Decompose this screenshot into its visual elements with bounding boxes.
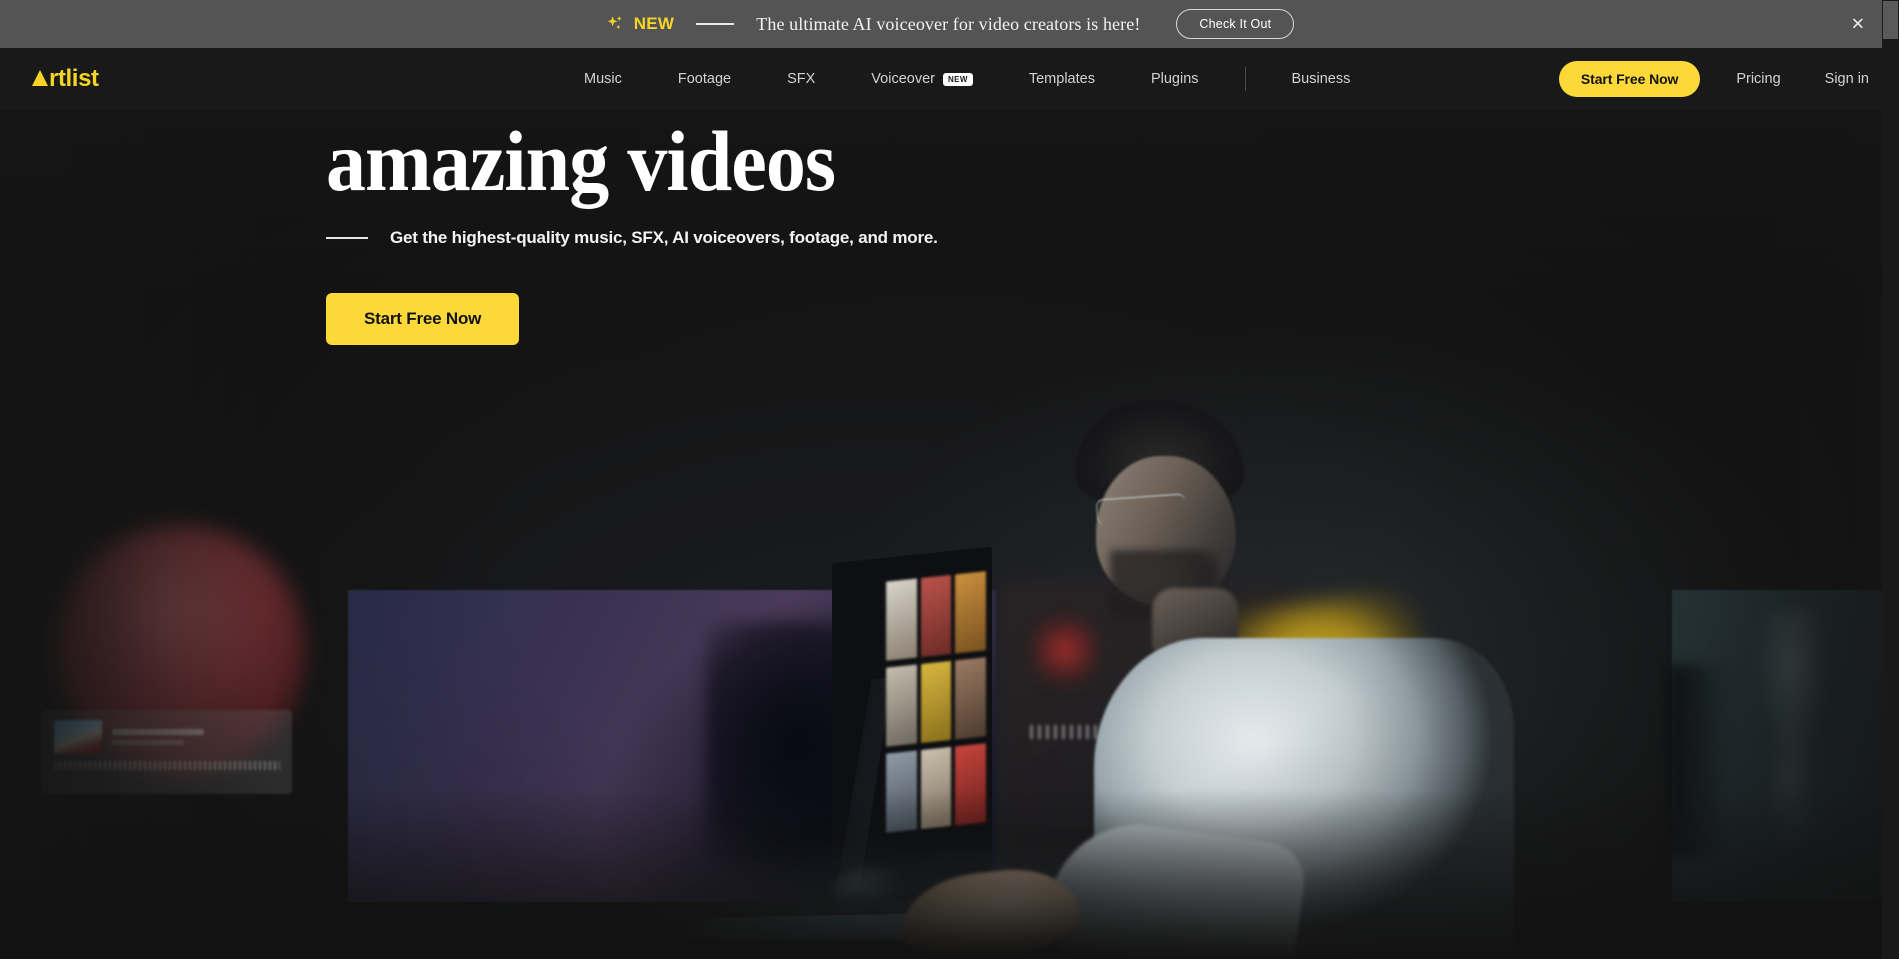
music-card-text	[112, 729, 204, 745]
announcement-message: The ultimate AI voiceover for video crea…	[756, 13, 1141, 34]
nav-label: Music	[584, 71, 622, 87]
announcement-bar: NEW The ultimate AI voiceover for video …	[0, 0, 1899, 48]
artlist-logo[interactable]: rtlist	[32, 65, 99, 93]
header-start-free-button[interactable]: Start Free Now	[1558, 61, 1701, 97]
logo-text: rtlist	[49, 65, 99, 92]
announcement-new-badge: NEW	[633, 14, 675, 33]
monitor-thumbnail	[886, 664, 917, 747]
person-graphic	[895, 400, 1520, 959]
hero-subtitle: Get the highest-quality music, SFX, AI v…	[390, 228, 938, 247]
monitor-thumbnail-row	[886, 657, 986, 747]
nav-item-footage[interactable]: Footage	[650, 71, 759, 87]
hero-content: amazing videos Get the highest-quality m…	[326, 110, 938, 345]
monitor-thumbnail	[886, 750, 917, 833]
nav-item-business[interactable]: Business	[1264, 71, 1379, 87]
nav-label: Business	[1291, 71, 1351, 87]
monitor-thumbnail	[955, 571, 986, 654]
subtitle-dash	[326, 237, 368, 239]
monitor-thumbnail	[920, 574, 952, 658]
check-it-out-button[interactable]: Check It Out	[1176, 9, 1295, 39]
nav-label: Footage	[677, 71, 732, 87]
site-header: rtlist Music Footage SFX Voiceover NEW T…	[0, 48, 1899, 110]
nav-item-voiceover[interactable]: Voiceover NEW	[843, 71, 1001, 87]
nav-label: Voiceover	[871, 71, 935, 87]
nav-label: Plugins	[1150, 71, 1199, 87]
sign-in-link[interactable]: Sign in	[1825, 71, 1869, 87]
page-title: amazing videos	[326, 113, 836, 209]
teal-panel-graphic	[1668, 590, 1899, 902]
new-badge: NEW	[942, 72, 973, 86]
monitor-thumbnail	[955, 743, 986, 826]
announcement-content: NEW The ultimate AI voiceover for video …	[605, 9, 1295, 39]
page-scrollbar[interactable]	[1882, 0, 1899, 959]
monitor-thumbnail	[886, 578, 917, 661]
monitor-thumbnail	[955, 657, 986, 740]
close-icon[interactable]: ✕	[1851, 16, 1865, 33]
nav-label: SFX	[787, 71, 816, 87]
teal-panel-silhouette	[1749, 608, 1836, 890]
sparkle-icon	[605, 14, 625, 34]
music-card-thumbnail	[54, 720, 102, 754]
nav-item-templates[interactable]: Templates	[1001, 71, 1123, 87]
nav-label: Templates	[1028, 71, 1095, 87]
floating-music-card	[42, 710, 292, 794]
hero-start-free-button[interactable]: Start Free Now	[326, 293, 520, 345]
monitor-screen	[886, 571, 986, 833]
nav-item-plugins[interactable]: Plugins	[1123, 71, 1227, 87]
main-navigation: Music Footage SFX Voiceover NEW Template…	[556, 67, 1378, 91]
nav-divider	[1244, 67, 1246, 91]
pricing-link[interactable]: Pricing	[1736, 71, 1780, 87]
hero-background-image	[0, 110, 1899, 959]
teal-panel-shadow	[1668, 664, 1732, 859]
monitor-thumbnail-row	[886, 571, 986, 661]
music-card-title-placeholder	[112, 729, 204, 735]
hero-subtitle-row: Get the highest-quality music, SFX, AI v…	[326, 228, 938, 248]
logo-delta-icon	[32, 70, 48, 86]
music-card-waveform	[54, 761, 280, 770]
header-actions: Start Free Now Pricing Sign in	[1558, 61, 1869, 97]
monitor-thumbnail-row	[886, 743, 986, 833]
monitor-thumbnail	[920, 660, 952, 744]
music-card-subtitle-placeholder	[112, 740, 184, 745]
hero-section: amazing videos Get the highest-quality m…	[0, 110, 1899, 959]
announcement-divider	[696, 23, 735, 25]
music-card-header	[54, 720, 280, 754]
nav-item-sfx[interactable]: SFX	[759, 71, 843, 87]
monitor-thumbnail	[920, 746, 952, 830]
scrollbar-thumb[interactable]	[1883, 1, 1898, 39]
nav-item-music[interactable]: Music	[556, 71, 650, 87]
